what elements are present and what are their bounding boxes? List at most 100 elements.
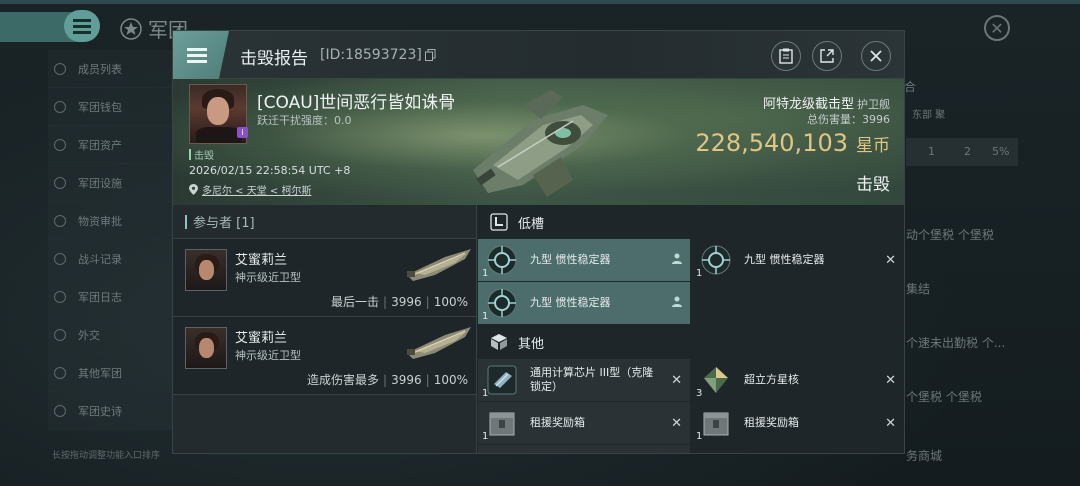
- pilot-icon[interactable]: [672, 253, 682, 267]
- dropped-x-icon: ✕: [671, 416, 682, 431]
- sidebar-item-icon: [54, 366, 66, 379]
- sidebar-item[interactable]: 军团资产: [48, 126, 172, 164]
- pilot-icon[interactable]: [672, 296, 682, 310]
- participant-damage: 3996: [391, 295, 422, 309]
- close-button[interactable]: [861, 41, 891, 71]
- item-qty: 1: [696, 431, 703, 442]
- hypercore-icon: [704, 367, 728, 393]
- sidebar-item-label: 军团日志: [78, 290, 122, 304]
- participant-percent: 100%: [433, 295, 468, 309]
- inertial-stabilizer-icon: [487, 288, 517, 318]
- module-qty: 1: [482, 311, 489, 322]
- inertial-stabilizer-icon: [487, 245, 517, 275]
- participant-name: 艾蜜莉兰: [235, 253, 288, 268]
- bg-text: 5%: [992, 145, 1010, 158]
- sidebar-item-label: 军团史诗: [78, 404, 122, 418]
- low-slot-icon: [490, 213, 508, 231]
- bg-text: 务商城: [906, 449, 943, 463]
- killmail-dialog: 击毁报告 [ID:18593723] i [COAU]世间恶行皆如诛骨 跃迁干扰…: [172, 30, 905, 454]
- sidebar-item[interactable]: 成员列表: [48, 50, 172, 88]
- item-qty: 1: [482, 388, 489, 399]
- dialog-title: 击毁报告: [240, 49, 308, 69]
- dialog-menu-button[interactable]: [173, 31, 229, 79]
- sidebar-item-label: 其他军团: [78, 366, 122, 380]
- participant-row[interactable]: 艾蜜莉兰 神示级近卫型 造成伤害最多 | 3996 | 100%: [173, 317, 476, 395]
- participant-ship-image: [407, 249, 471, 281]
- cargo-item[interactable]: 1 租援奖励箱 ✕: [478, 402, 690, 444]
- bg-text: 2: [964, 145, 971, 158]
- sidebar-item-icon: [54, 328, 66, 341]
- report-id[interactable]: [ID:18593723]: [320, 47, 436, 63]
- sidebar-item[interactable]: 战斗记录: [48, 240, 172, 278]
- ship-type[interactable]: 阿特龙级截击型 护卫舰: [763, 93, 890, 112]
- module-qty: 1: [696, 268, 703, 279]
- sidebar-item-label: 战斗记录: [78, 252, 122, 266]
- sidebar-item[interactable]: 军团日志: [48, 278, 172, 316]
- cargo-item-partial: [692, 445, 904, 453]
- participant-row[interactable]: 艾蜜莉兰 神示级近卫型 最后一击 | 3996 | 100%: [173, 239, 476, 317]
- sidebar-item-icon: [54, 404, 66, 417]
- cargo-item-partial: [478, 445, 690, 453]
- sidebar-item[interactable]: 其他军团: [48, 354, 172, 392]
- participants-panel: 参与者 [1] 艾蜜莉兰 神示级近卫型 最后一击 | 3996 | 100% 艾蜜莉兰 …: [173, 205, 477, 453]
- dropped-x-icon: ✕: [885, 253, 896, 268]
- victim-ship-image: [473, 90, 608, 197]
- sidebar-item[interactable]: 物资审批: [48, 202, 172, 240]
- sidebar-item-icon: [54, 62, 66, 75]
- module-item[interactable]: 1 九型 惯性稳定器 ✕: [692, 239, 904, 281]
- bg-menu-button[interactable]: [64, 10, 100, 42]
- bg-text: 1: [928, 145, 935, 158]
- report-id-text: [ID:18593723]: [320, 47, 422, 63]
- menu-icon: [187, 48, 207, 63]
- corp-star-icon: [120, 17, 142, 40]
- sidebar-item-icon: [54, 290, 66, 303]
- clipboard-icon: [779, 48, 793, 64]
- participant-percent: 100%: [433, 373, 468, 387]
- module-item[interactable]: 1 九型 惯性稳定器: [478, 282, 690, 324]
- sidebar-item-icon: [54, 214, 66, 227]
- sidebar-item[interactable]: 外交: [48, 316, 172, 354]
- computing-chip-icon: [487, 365, 517, 395]
- sidebar-item[interactable]: 军团史诗: [48, 392, 172, 430]
- ship-value: 228,540,103 星币: [695, 129, 890, 157]
- sidebar-item-label: 物资审批: [78, 214, 122, 228]
- menu-icon: [73, 19, 91, 34]
- cargo-item[interactable]: 1 通用计算芯片 III型（克隆锁定） ✕: [478, 359, 690, 401]
- sidebar-item-icon: [54, 138, 66, 151]
- dropped-x-icon: ✕: [885, 416, 896, 431]
- participant-damage: 3996: [391, 373, 422, 387]
- sidebar-item-icon: [54, 252, 66, 265]
- kill-location[interactable]: 多尼尔 < 天堂 < 柯尔斯: [189, 182, 311, 197]
- participants-header: 参与者 [1]: [173, 205, 476, 239]
- reward-crate-icon: [703, 412, 729, 436]
- participant-ship-image: [407, 327, 471, 359]
- sidebar-item[interactable]: 军团钱包: [48, 88, 172, 126]
- participant-avatar[interactable]: [185, 327, 227, 369]
- bg-close-button[interactable]: ✕: [984, 15, 1010, 41]
- cargo-item[interactable]: 1 租援奖励箱 ✕: [692, 402, 904, 444]
- ship-class: 护卫舰: [857, 98, 890, 111]
- victim-name[interactable]: [COAU]世间恶行皆如诛骨: [257, 88, 455, 113]
- module-item[interactable]: 1 九型 惯性稳定器: [478, 239, 690, 281]
- share-icon: [820, 49, 834, 63]
- share-button[interactable]: [812, 41, 842, 71]
- dialog-header: 击毁报告 [ID:18593723]: [173, 31, 904, 79]
- cargo-item[interactable]: 3 超立方星核 ✕: [692, 359, 904, 401]
- ship-value-unit: 星币: [856, 136, 890, 156]
- bg-footer-hint: 长按拖动调整功能入口排序: [52, 451, 161, 461]
- item-name: 超立方星核: [744, 372, 799, 386]
- module-name: 九型 惯性稳定器: [744, 252, 825, 266]
- clipboard-button[interactable]: [771, 41, 801, 71]
- sidebar-item[interactable]: 军团设施: [48, 164, 172, 202]
- participant-stats: 造成伤害最多 | 3996 | 100%: [307, 373, 468, 387]
- bg-text: 东部 聚: [912, 110, 946, 121]
- kill-result: 击毁: [856, 175, 890, 195]
- bg-text: 个速未出勤税 个...: [906, 336, 1006, 350]
- status-tag-text: 击毁: [194, 151, 214, 162]
- sidebar-item-icon: [54, 100, 66, 113]
- low-slot-title: 低槽: [518, 216, 545, 232]
- participant-avatar[interactable]: [185, 249, 227, 291]
- module-name: 九型 惯性稳定器: [530, 295, 611, 309]
- participant-ship: 神示级近卫型: [235, 271, 301, 284]
- bg-sidebar: 成员列表 军团钱包 军团资产 军团设施 物资审批 战斗记录 军团日志 外交 其他…: [0, 50, 172, 470]
